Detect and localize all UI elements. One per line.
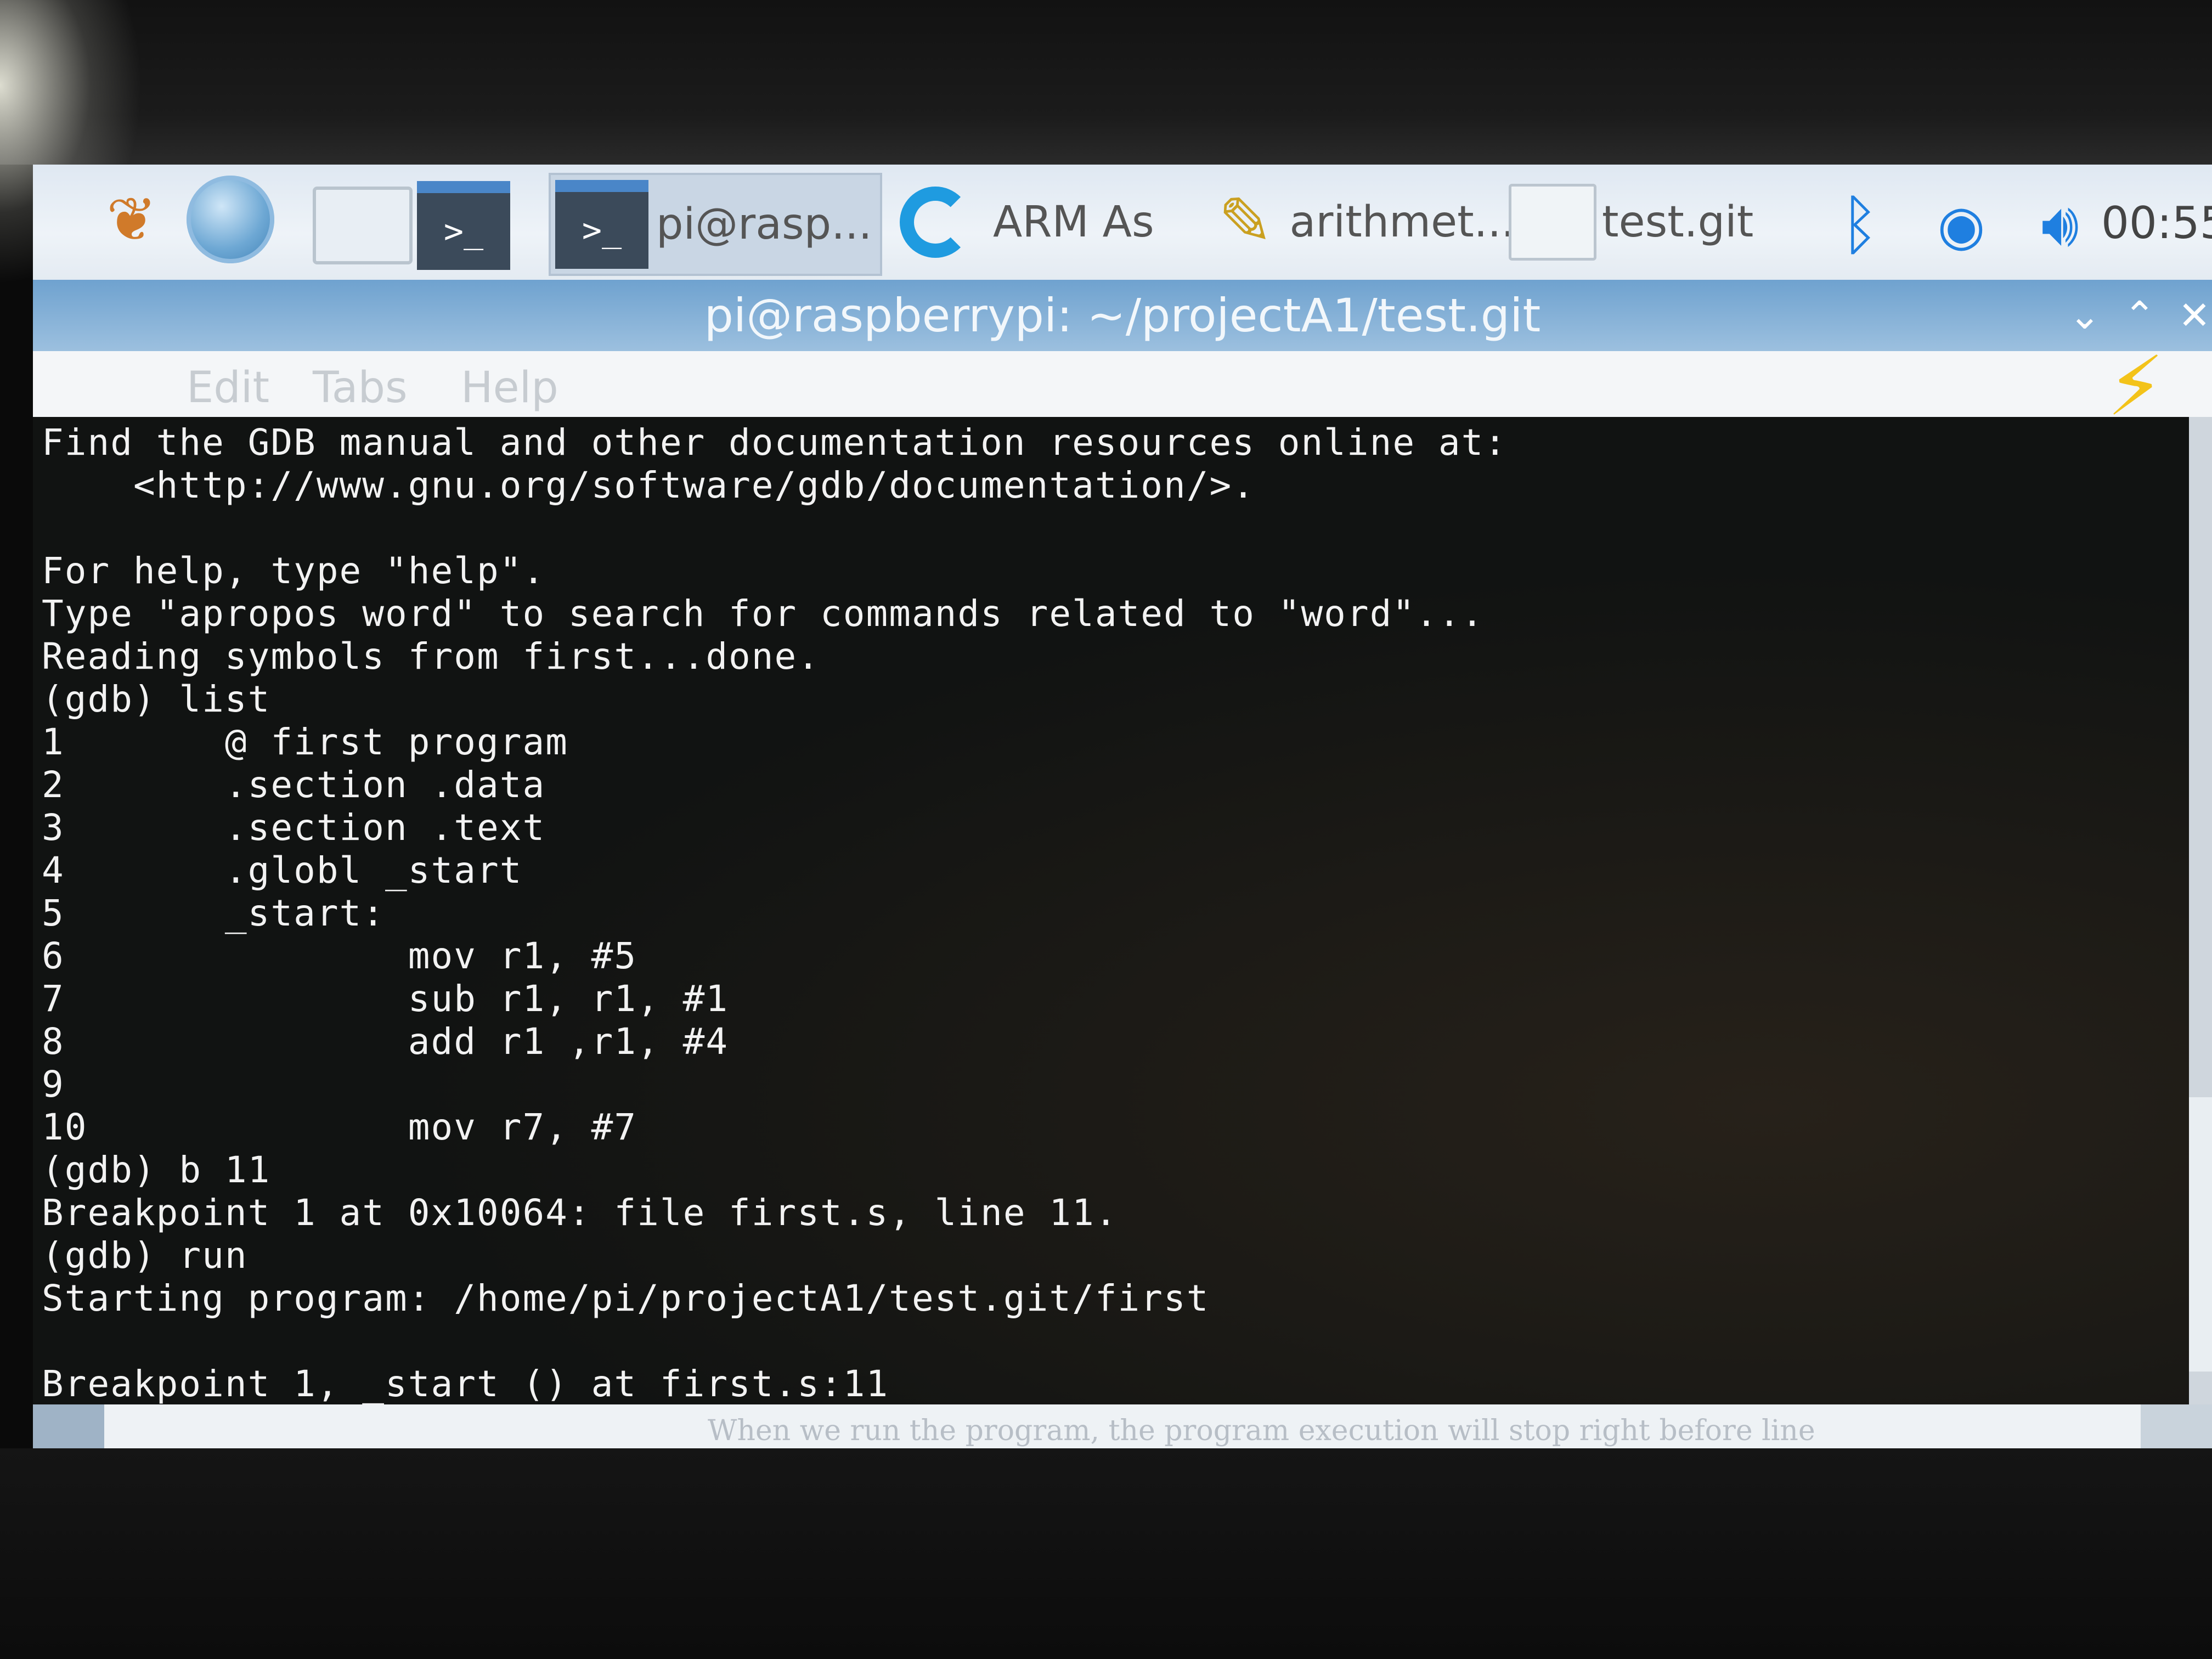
terminal-line: <http://www.gnu.org/software/gdb/documen… [42,464,1255,506]
task-arm-assembler[interactable]: ARM As [900,173,1207,272]
status-text: When we run the program, the program exe… [708,1414,1815,1447]
wifi-icon[interactable]: ◉ [1920,187,2002,263]
statusbar-segment [2141,1404,2212,1448]
terminal-line: Find the GDB manual and other documentat… [42,421,1508,464]
terminal-line: (gdb) run [42,1234,248,1277]
terminal-line: (gdb) list [42,678,271,720]
terminal-line: 5 _start: [42,892,386,934]
terminal-output[interactable]: Find the GDB manual and other documentat… [33,417,2200,1404]
task-file-manager[interactable]: test.git [1509,173,1761,272]
arm-assembler-icon [900,187,971,258]
lightning-icon: ⚡︎ [2107,339,2165,435]
terminal-line: 9 [42,1063,65,1105]
menubar: Edit Tabs Help ⚡︎ [33,346,2212,428]
terminal-line: Reading symbols from first...done. [42,635,821,678]
chevron-down-icon[interactable]: ⌄ [2063,291,2107,340]
terminal-line: 4 .globl _start [42,849,523,891]
menu-help[interactable]: Help [461,363,558,413]
terminal-line: Starting program: /home/pi/projectA1/tes… [42,1277,1210,1319]
pencil-icon: ✎ [1218,184,1273,260]
folder-icon[interactable] [313,187,413,264]
terminal-line: 7 sub r1, r1, #1 [42,978,729,1020]
terminal-icon[interactable]: >_ [417,181,510,270]
volume-icon[interactable]: 🔊︎ [2019,187,2101,263]
menu-edit[interactable]: Edit [187,363,269,413]
terminal-line: 3 .section .text [42,806,546,849]
terminal-line: Breakpoint 1, _start () at first.s:11 [42,1363,889,1404]
terminal-line: 8 add r1 ,r1, #4 [42,1020,729,1063]
menu-icon[interactable]: ❦ [99,181,165,258]
terminal-line: Breakpoint 1 at 0x10064: file first.s, l… [42,1192,1118,1234]
menu-tabs[interactable]: Tabs [313,363,408,413]
terminal-line: 2 .section .data [42,764,546,806]
task-label: pi@rasp... [656,200,872,249]
task-terminal[interactable]: >_ pi@rasp... [549,173,882,276]
terminal-line: For help, type "help". [42,550,546,592]
taskbar: ❦ >_ >_ pi@rasp... ARM As ✎ arithmet... … [33,165,2212,280]
chevron-up-icon[interactable]: ⌃ [2118,291,2162,340]
bluetooth-icon[interactable]: ᛒ [1827,187,1893,263]
terminal-line: 1 @ first program [42,721,568,763]
folder-icon [1509,184,1596,261]
window-title: pi@raspberrypi: ~/projectA1/test.git [704,289,1541,342]
task-label: ARM As [993,198,1154,247]
terminal-line: Type "apropos word" to search for comman… [42,592,1485,635]
window-statusbar: When we run the program, the program exe… [33,1404,2212,1448]
globe-icon[interactable] [187,176,274,263]
monitor-bezel-top [0,0,2212,165]
window-titlebar[interactable]: pi@raspberrypi: ~/projectA1/test.git ⌄ ⌃… [33,280,2212,351]
close-icon[interactable]: ✕ [2172,291,2212,340]
monitor-bezel-bottom [0,1448,2212,1659]
statusbar-segment [33,1404,104,1448]
terminal-line: 10 mov r7, #7 [42,1106,637,1148]
task-label: arithmet... [1289,198,1515,247]
terminal-line: (gdb) b 11 [42,1149,271,1191]
terminal-line: 6 mov r1, #5 [42,935,637,977]
task-label: test.git [1602,198,1754,247]
scrollbar-thumb[interactable] [2189,1097,2212,1372]
task-text-editor[interactable]: ✎ arithmet... [1218,173,1515,272]
clock[interactable]: 00:55 [2101,198,2212,249]
terminal-icon: >_ [555,180,648,269]
